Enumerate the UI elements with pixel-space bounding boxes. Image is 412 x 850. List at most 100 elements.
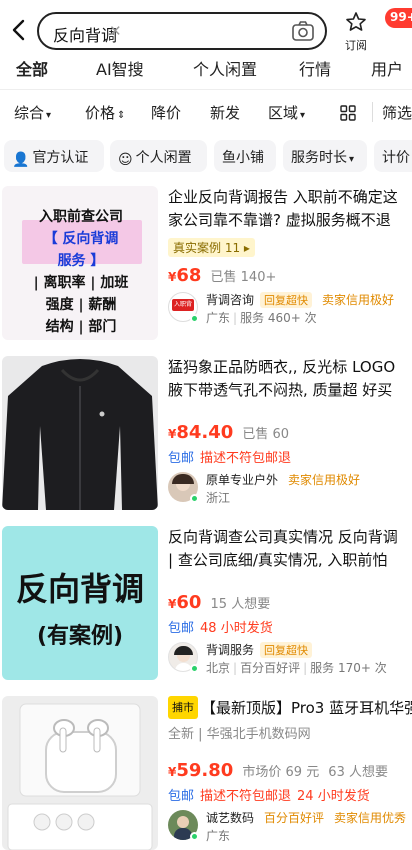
seller-row[interactable]: 原单专业户外 卖家信用极好 浙江 xyxy=(168,472,412,508)
item-subtitle: 全新 | 华强北手机数码网 xyxy=(168,727,311,742)
seller-credit: 卖家信用极好 xyxy=(322,293,395,307)
sold-count: 已售 60 xyxy=(242,427,290,442)
seller-row[interactable]: 诚艺数码 百分百好评 卖家信用优秀 广东 xyxy=(168,810,412,846)
tab-personal-idle[interactable]: 个人闲置 xyxy=(193,56,257,80)
tab-ai-search-label: AI智搜 xyxy=(96,60,144,79)
item-info: 反向背调查公司真实情况 反向背调 | 查公司底细/真实情况, 入职前怕 ¥60 … xyxy=(168,526,412,678)
seller-row[interactable]: 入职背调 背调咨询 回复超快 卖家信用极好 广东 | 服务 460+ 次 xyxy=(168,292,412,328)
chip-official[interactable]: 👤 官方认证 xyxy=(4,140,104,172)
item-image xyxy=(2,696,158,850)
clear-icon[interactable]: ✕ xyxy=(109,22,122,40)
seller-location: 浙江 xyxy=(206,491,231,505)
thumb-line: 氛围 xyxy=(6,338,156,340)
seller-rating: 百分百好评 xyxy=(264,811,325,825)
online-dot xyxy=(190,664,199,673)
chevron-down-icon: ▾ xyxy=(300,110,306,121)
list-item[interactable]: 反向背调 (有案例) 反向背调查公司真实情况 反向背调 | 查公司底细/真实情况… xyxy=(0,526,412,686)
tab-market[interactable]: 行情 xyxy=(299,56,331,80)
seller-service-count: 服务 170+ 次 xyxy=(310,661,387,675)
sort-price-drop-label: 降价 xyxy=(151,104,182,122)
list-item[interactable]: 入职前查公司 【 反向背调 服务 】 | 离职率 | 加班 强度 | 薪酬 结构… xyxy=(0,186,412,346)
chip-official-label: 官方认证 xyxy=(32,150,89,166)
item-price: ¥84.40 xyxy=(168,422,233,443)
list-item[interactable]: 猛犸象正品防晒衣,, 反光标 LOGO 腋下带透气孔不闷热, 质量超 好买 ¥8… xyxy=(0,356,412,516)
item-image xyxy=(2,356,158,510)
item-info: 猛犸象正品防晒衣,, 反光标 LOGO 腋下带透气孔不闷热, 质量超 好买 ¥8… xyxy=(168,356,412,508)
sort-price-drop[interactable]: 降价 xyxy=(151,102,181,123)
online-dot xyxy=(190,314,199,323)
star-bell-icon xyxy=(346,12,366,31)
tab-all-label: 全部 xyxy=(16,60,49,79)
market-price: 市场价 69 元 xyxy=(242,765,320,780)
seller-name-line: 诚艺数码 百分百好评 卖家信用优秀 xyxy=(206,809,406,826)
chip-pricing[interactable]: 计价 xyxy=(374,140,412,172)
sort-updown-icon: ⇕ xyxy=(117,110,126,121)
seller-rating: 百分百好评 xyxy=(240,661,301,675)
camera-icon[interactable] xyxy=(291,20,315,42)
sort-newest[interactable]: 新发 xyxy=(210,102,240,123)
seller-credit: 卖家信用极好 xyxy=(288,473,361,487)
seller-name: 背调咨询 xyxy=(206,293,255,307)
thumb-line: | 离职率 | 加班 xyxy=(33,275,129,291)
subscribe-label: 订阅 xyxy=(345,39,367,52)
item-title-line: | 查公司底细/真实情况, 入职前怕 xyxy=(168,551,388,569)
item-info: 捕市 【最新顶版】Pro3 蓝牙耳机华强 全新 | 华强北手机数码网 ¥59.80… xyxy=(168,696,412,846)
sort-price[interactable]: 价格 ⇕ xyxy=(85,102,125,123)
thumb-subtitle: (有案例) xyxy=(36,624,124,649)
tab-users[interactable]: 用户 xyxy=(371,56,403,80)
item-title-line: 猛犸象正品防晒衣,, 反光标 LOGO xyxy=(168,358,396,376)
notification-badge[interactable]: 99+ xyxy=(385,8,412,28)
tab-personal-idle-label: 个人闲置 xyxy=(193,60,258,79)
filter-chips: 👤 官方认证 ☺ 个人闲置 鱼小铺 服务时长 ▾ 计价 xyxy=(0,140,412,174)
seller-location: 广东 xyxy=(206,311,231,325)
chip-service-duration[interactable]: 服务时长 ▾ xyxy=(283,140,367,172)
price-value: 59.80 xyxy=(176,760,234,781)
want-count: 63 人想要 xyxy=(328,765,388,780)
sort-price-label: 价格 xyxy=(85,104,116,122)
filter-button[interactable]: 筛选 xyxy=(382,102,412,123)
seller-name-line: 原单专业户外 卖家信用极好 xyxy=(206,471,360,488)
sort-comprehensive[interactable]: 综合 ▾ xyxy=(14,102,51,123)
seller-name: 诚艺数码 xyxy=(206,811,255,825)
seller-meta: 广东 | 服务 460+ 次 xyxy=(206,311,317,325)
jacket-illustration xyxy=(2,359,158,510)
tab-all[interactable]: 全部 xyxy=(14,56,51,80)
item-title: 反向背调查公司真实情况 反向背调 | 查公司底细/真实情况, 入职前怕 xyxy=(168,526,412,572)
seller-name-line: 背调服务 回复超快 xyxy=(206,641,313,658)
category-tabs: 全部 AI智搜 个人闲置 行情 用户 xyxy=(0,56,412,86)
list-item[interactable]: 捕市 【最新顶版】Pro3 蓝牙耳机华强 全新 | 华强北手机数码网 ¥59.80… xyxy=(0,696,412,850)
chip-small-shop-label: 鱼小铺 xyxy=(222,150,264,166)
search-input[interactable]: 反向背调 ✕ xyxy=(37,12,327,50)
sort-region[interactable]: 区域 ▾ xyxy=(268,102,305,123)
avatar-text: 入职背调 xyxy=(172,299,194,320)
item-price: ¥60 xyxy=(168,592,201,613)
price-value: 68 xyxy=(176,265,202,286)
seller-row[interactable]: 背调服务 回复超快 北京 | 百分百好评 | 服务 170+ 次 xyxy=(168,642,412,678)
grid-view-icon[interactable] xyxy=(340,105,356,121)
tab-users-label: 用户 xyxy=(371,60,404,79)
item-title-line: 【最新顶版】Pro3 蓝牙耳机华强 xyxy=(201,699,412,717)
sort-bar: 综合 ▾ 价格 ⇕ 降价 新发 区域 ▾ 筛选 xyxy=(0,96,412,128)
price-row: ¥68 已售 140+ xyxy=(168,265,412,286)
item-title-line: 家公司靠不靠谱? 虚拟服务概不退 xyxy=(168,211,391,229)
chip-small-shop[interactable]: 鱼小铺 xyxy=(214,140,276,172)
price-row: ¥60 15 人想要 xyxy=(168,592,412,613)
chip-pricing-label: 计价 xyxy=(382,150,410,166)
seller-meta: 浙江 xyxy=(206,489,230,506)
chip-personal-idle[interactable]: ☺ 个人闲置 xyxy=(110,140,207,172)
user-smile-icon: ☺ xyxy=(118,152,133,168)
back-icon[interactable] xyxy=(8,18,30,42)
item-price: ¥68 xyxy=(168,265,201,286)
sort-region-label: 区域 xyxy=(268,104,299,122)
sort-comprehensive-label: 综合 xyxy=(14,104,45,122)
case-tag[interactable]: 真实案例 11 ▸ xyxy=(168,238,255,257)
seller-credit: 卖家信用优秀 xyxy=(334,811,407,825)
price-row: ¥59.80 市场价 69 元 63 人想要 xyxy=(168,760,412,781)
tab-ai-search[interactable]: AI智搜 xyxy=(96,56,144,80)
seller-location: 广东 xyxy=(206,829,231,843)
item-badge: 捕市 xyxy=(168,696,198,719)
item-title: 猛犸象正品防晒衣,, 反光标 LOGO 腋下带透气孔不闷热, 质量超 好买 xyxy=(168,356,412,402)
service-tags: 包邮 48 小时发货 xyxy=(168,617,412,636)
subscribe-button[interactable]: 订阅 xyxy=(338,12,374,53)
filter-label: 筛选 xyxy=(382,104,412,122)
